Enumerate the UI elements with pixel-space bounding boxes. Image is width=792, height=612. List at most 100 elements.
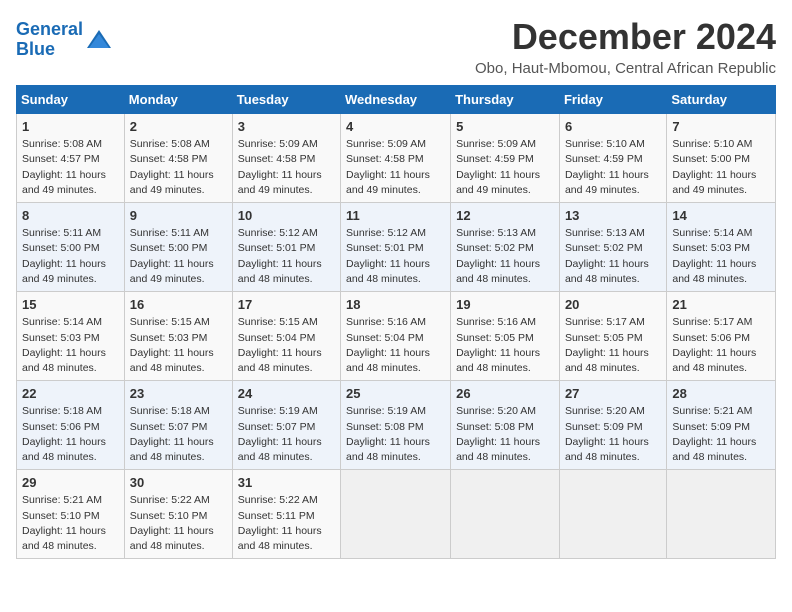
day-number: 9: [130, 207, 227, 225]
logo-line1: General: [16, 19, 83, 39]
day-header: Saturday: [667, 86, 776, 114]
calendar-cell: 24Sunrise: 5:19 AM Sunset: 5:07 PM Dayli…: [232, 381, 340, 470]
calendar-cell: 21Sunrise: 5:17 AM Sunset: 5:06 PM Dayli…: [667, 292, 776, 381]
title-area: December 2024 Obo, Haut-Mbomou, Central …: [475, 16, 776, 77]
calendar-cell: 9Sunrise: 5:11 AM Sunset: 5:00 PM Daylig…: [124, 203, 232, 292]
day-number: 31: [238, 474, 335, 492]
day-number: 30: [130, 474, 227, 492]
day-info: Sunrise: 5:09 AM Sunset: 4:59 PM Dayligh…: [456, 137, 554, 198]
calendar-cell: [451, 470, 560, 559]
calendar-cell: 6Sunrise: 5:10 AM Sunset: 4:59 PM Daylig…: [559, 114, 666, 203]
logo-text: General Blue: [16, 20, 83, 60]
day-number: 8: [22, 207, 119, 225]
day-number: 27: [565, 385, 661, 403]
day-info: Sunrise: 5:21 AM Sunset: 5:10 PM Dayligh…: [22, 493, 119, 554]
day-number: 1: [22, 118, 119, 136]
calendar-cell: 18Sunrise: 5:16 AM Sunset: 5:04 PM Dayli…: [341, 292, 451, 381]
calendar-cell: [667, 470, 776, 559]
day-info: Sunrise: 5:22 AM Sunset: 5:11 PM Dayligh…: [238, 493, 335, 554]
calendar-cell: 25Sunrise: 5:19 AM Sunset: 5:08 PM Dayli…: [341, 381, 451, 470]
logo-icon: [85, 26, 113, 54]
calendar-cell: 10Sunrise: 5:12 AM Sunset: 5:01 PM Dayli…: [232, 203, 340, 292]
day-number: 2: [130, 118, 227, 136]
day-number: 20: [565, 296, 661, 314]
calendar-header-row: SundayMondayTuesdayWednesdayThursdayFrid…: [17, 86, 776, 114]
day-number: 25: [346, 385, 445, 403]
day-header: Sunday: [17, 86, 125, 114]
day-number: 22: [22, 385, 119, 403]
day-info: Sunrise: 5:09 AM Sunset: 4:58 PM Dayligh…: [346, 137, 445, 198]
calendar-cell: 28Sunrise: 5:21 AM Sunset: 5:09 PM Dayli…: [667, 381, 776, 470]
calendar-cell: 19Sunrise: 5:16 AM Sunset: 5:05 PM Dayli…: [451, 292, 560, 381]
calendar-cell: 26Sunrise: 5:20 AM Sunset: 5:08 PM Dayli…: [451, 381, 560, 470]
calendar-week-row: 22Sunrise: 5:18 AM Sunset: 5:06 PM Dayli…: [17, 381, 776, 470]
day-info: Sunrise: 5:10 AM Sunset: 4:59 PM Dayligh…: [565, 137, 661, 198]
day-number: 29: [22, 474, 119, 492]
day-info: Sunrise: 5:20 AM Sunset: 5:08 PM Dayligh…: [456, 404, 554, 465]
calendar-cell: 27Sunrise: 5:20 AM Sunset: 5:09 PM Dayli…: [559, 381, 666, 470]
day-info: Sunrise: 5:11 AM Sunset: 5:00 PM Dayligh…: [22, 226, 119, 287]
calendar-cell: 20Sunrise: 5:17 AM Sunset: 5:05 PM Dayli…: [559, 292, 666, 381]
month-title: December 2024: [475, 16, 776, 58]
day-number: 12: [456, 207, 554, 225]
day-info: Sunrise: 5:20 AM Sunset: 5:09 PM Dayligh…: [565, 404, 661, 465]
day-info: Sunrise: 5:12 AM Sunset: 5:01 PM Dayligh…: [238, 226, 335, 287]
day-header: Thursday: [451, 86, 560, 114]
day-info: Sunrise: 5:12 AM Sunset: 5:01 PM Dayligh…: [346, 226, 445, 287]
day-number: 17: [238, 296, 335, 314]
calendar-cell: [341, 470, 451, 559]
calendar-cell: 11Sunrise: 5:12 AM Sunset: 5:01 PM Dayli…: [341, 203, 451, 292]
day-info: Sunrise: 5:17 AM Sunset: 5:06 PM Dayligh…: [672, 315, 770, 376]
day-header: Monday: [124, 86, 232, 114]
day-number: 26: [456, 385, 554, 403]
day-info: Sunrise: 5:10 AM Sunset: 5:00 PM Dayligh…: [672, 137, 770, 198]
day-info: Sunrise: 5:13 AM Sunset: 5:02 PM Dayligh…: [565, 226, 661, 287]
calendar-cell: 4Sunrise: 5:09 AM Sunset: 4:58 PM Daylig…: [341, 114, 451, 203]
calendar-cell: 8Sunrise: 5:11 AM Sunset: 5:00 PM Daylig…: [17, 203, 125, 292]
logo: General Blue: [16, 20, 113, 60]
day-number: 3: [238, 118, 335, 136]
calendar-cell: 14Sunrise: 5:14 AM Sunset: 5:03 PM Dayli…: [667, 203, 776, 292]
day-number: 18: [346, 296, 445, 314]
calendar-cell: 7Sunrise: 5:10 AM Sunset: 5:00 PM Daylig…: [667, 114, 776, 203]
calendar-cell: 16Sunrise: 5:15 AM Sunset: 5:03 PM Dayli…: [124, 292, 232, 381]
day-info: Sunrise: 5:08 AM Sunset: 4:57 PM Dayligh…: [22, 137, 119, 198]
day-info: Sunrise: 5:08 AM Sunset: 4:58 PM Dayligh…: [130, 137, 227, 198]
day-number: 7: [672, 118, 770, 136]
calendar-cell: 12Sunrise: 5:13 AM Sunset: 5:02 PM Dayli…: [451, 203, 560, 292]
day-number: 28: [672, 385, 770, 403]
day-number: 19: [456, 296, 554, 314]
calendar-cell: 15Sunrise: 5:14 AM Sunset: 5:03 PM Dayli…: [17, 292, 125, 381]
calendar-cell: 30Sunrise: 5:22 AM Sunset: 5:10 PM Dayli…: [124, 470, 232, 559]
day-header: Wednesday: [341, 86, 451, 114]
day-header: Friday: [559, 86, 666, 114]
day-info: Sunrise: 5:21 AM Sunset: 5:09 PM Dayligh…: [672, 404, 770, 465]
calendar-week-row: 8Sunrise: 5:11 AM Sunset: 5:00 PM Daylig…: [17, 203, 776, 292]
day-header: Tuesday: [232, 86, 340, 114]
day-info: Sunrise: 5:15 AM Sunset: 5:04 PM Dayligh…: [238, 315, 335, 376]
calendar-cell: 13Sunrise: 5:13 AM Sunset: 5:02 PM Dayli…: [559, 203, 666, 292]
day-number: 15: [22, 296, 119, 314]
calendar-cell: 5Sunrise: 5:09 AM Sunset: 4:59 PM Daylig…: [451, 114, 560, 203]
day-info: Sunrise: 5:13 AM Sunset: 5:02 PM Dayligh…: [456, 226, 554, 287]
day-info: Sunrise: 5:17 AM Sunset: 5:05 PM Dayligh…: [565, 315, 661, 376]
day-number: 6: [565, 118, 661, 136]
day-number: 11: [346, 207, 445, 225]
calendar-week-row: 29Sunrise: 5:21 AM Sunset: 5:10 PM Dayli…: [17, 470, 776, 559]
calendar-cell: 2Sunrise: 5:08 AM Sunset: 4:58 PM Daylig…: [124, 114, 232, 203]
day-number: 5: [456, 118, 554, 136]
day-number: 10: [238, 207, 335, 225]
header: General Blue December 2024 Obo, Haut-Mbo…: [16, 16, 776, 77]
calendar-cell: 31Sunrise: 5:22 AM Sunset: 5:11 PM Dayli…: [232, 470, 340, 559]
day-number: 14: [672, 207, 770, 225]
calendar-cell: 3Sunrise: 5:09 AM Sunset: 4:58 PM Daylig…: [232, 114, 340, 203]
day-number: 24: [238, 385, 335, 403]
subtitle: Obo, Haut-Mbomou, Central African Republ…: [475, 60, 776, 77]
day-number: 16: [130, 296, 227, 314]
calendar-cell: 1Sunrise: 5:08 AM Sunset: 4:57 PM Daylig…: [17, 114, 125, 203]
day-info: Sunrise: 5:19 AM Sunset: 5:07 PM Dayligh…: [238, 404, 335, 465]
day-number: 4: [346, 118, 445, 136]
day-info: Sunrise: 5:22 AM Sunset: 5:10 PM Dayligh…: [130, 493, 227, 554]
calendar-cell: 29Sunrise: 5:21 AM Sunset: 5:10 PM Dayli…: [17, 470, 125, 559]
calendar-cell: 23Sunrise: 5:18 AM Sunset: 5:07 PM Dayli…: [124, 381, 232, 470]
